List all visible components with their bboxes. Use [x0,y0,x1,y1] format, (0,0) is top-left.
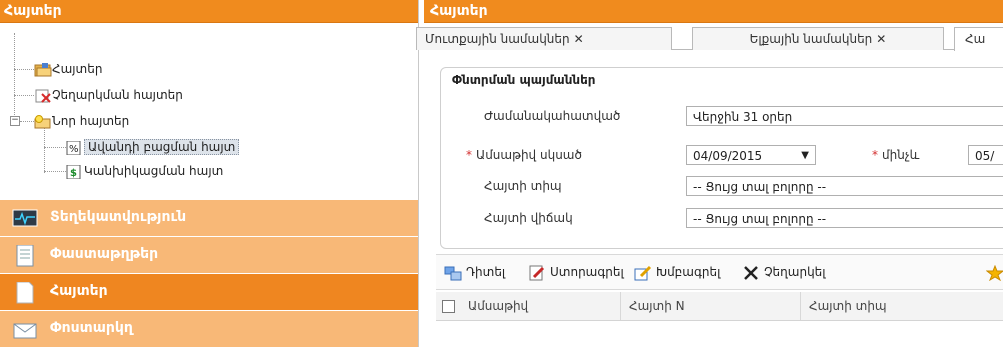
select-all-checkbox[interactable] [442,300,455,313]
view-icon [444,265,462,281]
main-menu: Տեղեկատվություն Փաստաթղթեր Հայտեր Փոստար… [0,199,418,347]
tree-line [44,127,45,173]
date-to-value: 05/ [975,149,995,163]
tree-item-cancellation-requests[interactable]: Չեղարկման հայտեր [34,86,183,104]
tree-expander[interactable]: − [10,116,20,126]
date-from-label-text: Ամսաթիվ սկսած [476,148,582,162]
view-label: Դիտել [466,265,506,279]
grid-header: Ամսաթիվ Հայտի N Հայտի տիպ [436,292,1003,321]
menu-item-requests[interactable]: Հայտեր [0,273,418,310]
menu-item-information[interactable]: Տեղեկատվություն [0,199,418,236]
request-type-label: Հայտի տիպ [484,179,562,193]
tab-label: Մուտքային նամակներ [425,32,570,46]
tree-item-label: Հայտեր [52,62,103,76]
svg-text:$: $ [70,168,77,179]
cancel-label: Չեղարկել [764,265,826,279]
menu-item-label: Փաստաթղթեր [50,246,159,262]
date-to-input[interactable]: 05/ [968,145,1003,165]
menu-item-label: Տեղեկատվություն [50,209,187,225]
tab-incoming-messages[interactable]: Մուտքային նամակներ ✕ [416,27,672,50]
period-select[interactable]: Վերջին 31 օրեր [686,106,1003,126]
tree-line [44,171,66,172]
date-from-label: * Ամսաթիվ սկսած [466,145,582,165]
toolbar: Դիտել Ստորագրել Խմբագրել Չեղարկել [436,254,1003,290]
chevron-down-icon[interactable]: ▼ [801,146,809,164]
left-panel: Հայտեր − Հայտեր Չեղարկման հայտեր Նոր հայ… [0,0,419,347]
date-to-label: * մինչև [872,145,919,165]
request-tree: − Հայտեր Չեղարկման հայտեր Նոր հայտեր % Ա… [0,23,418,199]
tree-item-label: Կանխիկացման հայտ [84,164,224,178]
tree-line [20,121,34,122]
percent-document-icon: % [66,140,82,155]
tree-item-cash-withdrawal-request[interactable]: $ Կանխիկացման հայտ [66,162,223,180]
star-icon [985,264,1003,281]
tree-item-label: Չեղարկման հայտեր [52,88,183,102]
cancel-icon [742,265,760,281]
edit-icon [634,265,652,281]
tab-label: Հա [965,32,986,46]
sign-button[interactable]: Ստորագրել [528,263,624,281]
tab-strip: Մուտքային նամակներ ✕ Ելքային նամակներ ✕ Հա [416,23,1003,51]
right-panel: Հայտեր Մուտքային նամակներ ✕ Ելքային նամակ… [416,0,1003,347]
request-type-select[interactable]: -- Ցույց տալ բոլորը -- [686,176,1003,196]
tree-item-label: Ավանդի բացման հայտ [84,139,240,155]
column-date[interactable]: Ամսաթիվ [460,292,618,320]
column-request-type[interactable]: Հայտի տիպ [800,292,1003,320]
request-status-value: -- Ցույց տալ բոլորը -- [693,212,827,226]
tab-label: Ելքային նամակներ [749,32,873,46]
date-from-input[interactable]: 04/09/2015 ▼ [686,145,816,165]
cancel-button[interactable]: Չեղարկել [742,263,826,281]
star-button[interactable] [985,263,1003,281]
svg-text:%: % [69,144,79,155]
tree-item-requests[interactable]: Հայտեր [34,60,102,78]
tab-requests[interactable]: Հա [954,27,1003,51]
sign-icon [528,265,546,281]
folder-open-icon [34,62,52,77]
required-mark: * [872,148,878,162]
menu-item-label: Հայտեր [50,283,108,299]
dollar-document-icon: $ [66,164,82,179]
right-panel-header: Հայտեր [424,0,1003,23]
request-status-select[interactable]: -- Ցույց տալ բոլորը -- [686,208,1003,228]
monitor-icon [12,208,38,228]
left-panel-header: Հայտեր [0,0,418,23]
tree-item-label: Նոր հայտեր [52,114,130,128]
period-label: Ժամանակահատված [484,109,621,123]
required-mark: * [466,148,472,162]
period-value: Վերջին 31 օրեր [693,110,793,124]
edit-button[interactable]: Խմբագրել [634,263,720,281]
request-type-value: -- Ցույց տալ բոլորը -- [693,180,827,194]
tree-item-new-requests[interactable]: Նոր հայտեր [34,112,129,130]
cancel-document-icon [34,89,51,103]
date-to-label-text: մինչև [882,148,920,162]
tab-outgoing-messages[interactable]: Ելքային նամակներ ✕ [692,27,944,50]
menu-item-label: Փոստարկղ [50,320,133,336]
view-button[interactable]: Դիտել [444,263,505,281]
menu-item-documents[interactable]: Փաստաթղթեր [0,236,418,273]
page-icon [12,281,38,304]
tree-item-deposit-opening-request[interactable]: % Ավանդի բացման հայտ [66,138,240,156]
date-from-value: 04/09/2015 [693,149,763,163]
sign-label: Ստորագրել [550,265,624,279]
search-conditions-title: Փնտրման պայմաններ [448,73,600,87]
tree-line [14,69,34,70]
close-icon[interactable]: ✕ [574,32,584,46]
new-folder-icon [34,114,51,129]
close-icon[interactable]: ✕ [876,32,886,46]
mail-icon [12,319,38,339]
tree-line [44,147,66,148]
column-request-number[interactable]: Հայտի N [620,292,799,320]
menu-item-mailbox[interactable]: Փոստարկղ [0,310,418,347]
documents-icon [12,244,38,267]
tree-line [14,33,15,121]
tree-line [14,95,34,96]
edit-label: Խմբագրել [656,265,721,279]
request-status-label: Հայտի վիճակ [484,211,573,225]
